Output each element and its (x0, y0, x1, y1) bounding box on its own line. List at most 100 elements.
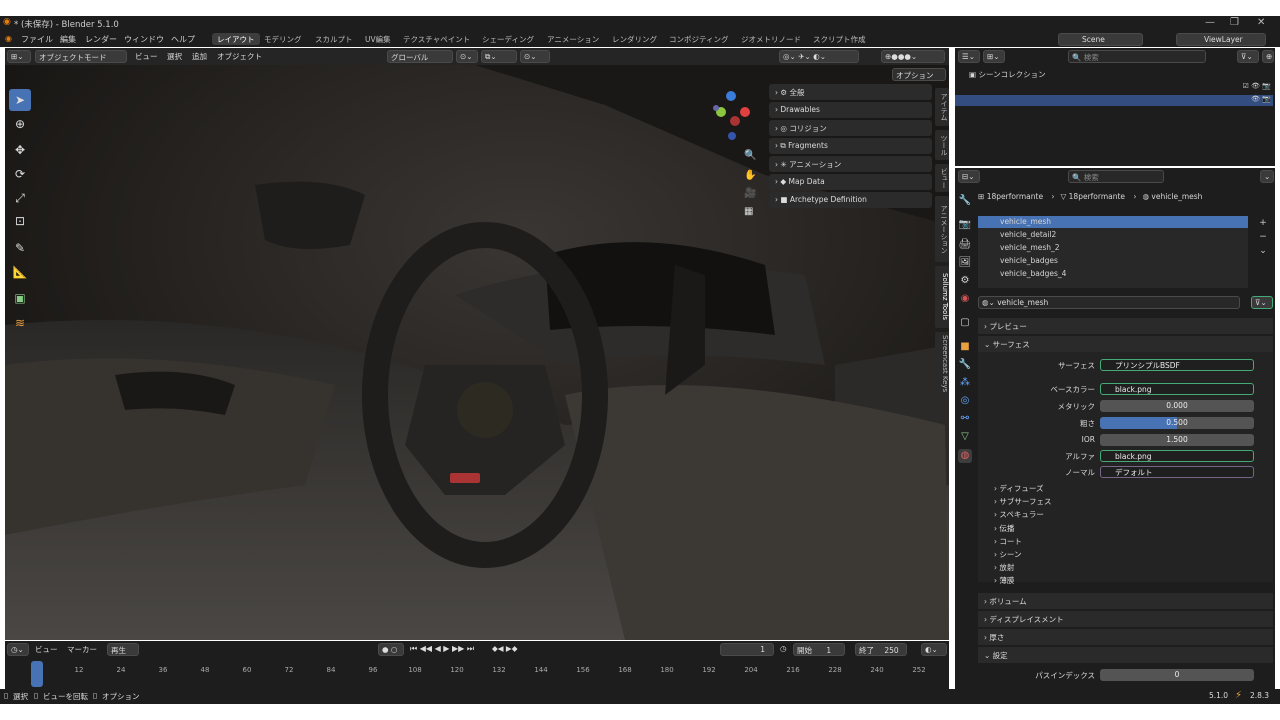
new-collection-icon[interactable]: ⊕ (1262, 50, 1274, 63)
scene-tab-icon[interactable]: ⚙ (958, 274, 972, 288)
field-ior[interactable]: 1.500 (1100, 434, 1254, 446)
material-slot-2[interactable]: vehicle_detail2 (978, 228, 1248, 241)
annotate-tool-icon[interactable]: ✎ (9, 237, 31, 259)
material-slot-list[interactable]: vehicle_mesh vehicle_detail2 vehicle_mes… (978, 216, 1248, 288)
menu-render[interactable]: レンダー (85, 34, 117, 45)
tab-animation-side[interactable]: アニメーション (935, 196, 949, 262)
outliner-filter-icon[interactable]: ⊽⌄ (1237, 50, 1259, 63)
render-tab-icon[interactable]: 📷 (958, 218, 972, 232)
axis-gizmo-icon[interactable] (710, 88, 756, 148)
section-thickness[interactable]: › 厚さ (978, 629, 1273, 645)
field-normal[interactable]: デフォルト (1100, 466, 1254, 478)
material-tab-icon[interactable]: ◍ (958, 449, 972, 463)
panel-fragments[interactable]: › ⧉ Fragments (769, 138, 932, 154)
timeline-ruler[interactable]: 1122436486072849610812013214415616818019… (5, 641, 949, 689)
tab-sollumz-tools[interactable]: Sollumz Tools (935, 266, 949, 328)
field-surface-shader[interactable]: プリンシプルBSDF (1100, 359, 1254, 371)
close-icon[interactable]: ✕ (1257, 17, 1265, 28)
subpanel-coat[interactable]: › コート (994, 536, 1022, 547)
subpanel-sheen[interactable]: › シーン (994, 549, 1022, 560)
viewlayer-selector[interactable]: ViewLayer (1176, 33, 1266, 46)
tab-uv-edit[interactable]: UV編集 (360, 33, 396, 45)
move-tool-icon[interactable]: ✥ (9, 139, 31, 161)
select-tool-icon[interactable]: ➤ (9, 89, 31, 111)
field-basecolor[interactable]: black.png (1100, 383, 1254, 395)
outliner-filter-mode-icon[interactable]: ⊞⌄ (983, 50, 1005, 63)
transform-tool-icon[interactable]: ⊡ (9, 210, 31, 232)
maximize-icon[interactable]: ❐ (1230, 17, 1239, 28)
panel-general[interactable]: › ⚙ 全般 (769, 84, 932, 100)
visibility-icons[interactable]: ☑ 👁 📷 (1243, 82, 1271, 90)
section-settings[interactable]: ⌄ 設定 (978, 647, 1273, 663)
rotate-tool-icon[interactable]: ⟳ (9, 163, 31, 185)
subpanel-transmission[interactable]: › 伝播 (994, 523, 1014, 534)
tab-scripting[interactable]: スクリプト作成 (808, 33, 871, 45)
menu-window[interactable]: ウィンドウ (124, 34, 164, 45)
scene-selector[interactable]: Scene (1058, 33, 1143, 46)
tab-item[interactable]: アイテム (935, 88, 949, 126)
menu-add[interactable]: 追加 (192, 51, 207, 62)
section-preview[interactable]: › プレビュー (978, 318, 1273, 334)
minimize-icon[interactable]: — (1205, 17, 1215, 28)
menu-help[interactable]: ヘルプ (171, 34, 195, 45)
tab-compositing[interactable]: コンポジティング (664, 33, 734, 45)
blender-menu-icon[interactable]: ◉ (5, 34, 12, 43)
menu-select[interactable]: 選択 (167, 51, 182, 62)
outliner-editor-icon[interactable]: ☰⌄ (958, 50, 980, 63)
camera-icon[interactable]: 🎥 (744, 188, 756, 199)
field-alpha[interactable]: black.png (1100, 450, 1254, 462)
scene-collection-row[interactable]: ▣ シーンコレクション (969, 69, 1046, 80)
modifier-tab-icon[interactable]: 🔧 (958, 358, 972, 372)
navigation-gizmo[interactable]: 🔍 ✋ 🎥 ▦ (710, 88, 756, 217)
scale-tool-icon[interactable]: ⤢ (9, 187, 31, 209)
field-roughness[interactable]: 0.500 (1100, 417, 1254, 429)
panel-archetype[interactable]: › ■ Archetype Definition (769, 192, 932, 208)
ortho-grid-icon[interactable]: ▦ (744, 206, 753, 217)
menu-object[interactable]: オブジェクト (217, 51, 262, 62)
tab-sculpt[interactable]: スカルプト (310, 33, 358, 45)
slot-buttons[interactable]: + − ⌄ (1253, 216, 1273, 258)
menu-view[interactable]: ビュー (135, 51, 158, 62)
panel-animation[interactable]: › ✳ アニメーション (769, 156, 932, 172)
tab-animation[interactable]: アニメーション (542, 33, 604, 45)
tab-rendering[interactable]: レンダリング (607, 33, 662, 45)
playhead[interactable] (31, 661, 43, 687)
view-layer-tab-icon[interactable]: 🖼 (958, 256, 972, 270)
cursor-tool-icon[interactable]: ⊕ (9, 113, 31, 135)
proportional-icon[interactable]: ⊙⌄ (520, 50, 550, 63)
sollumz-tool-icon[interactable]: ≋ (9, 312, 31, 334)
mode-dropdown[interactable]: オブジェクトモード (35, 50, 127, 63)
section-surface[interactable]: ⌄ サーフェス (978, 336, 1273, 352)
tool-tab-icon[interactable]: 🔧 (958, 194, 972, 208)
world-tab-icon[interactable]: ◉ (958, 292, 972, 306)
field-pass-index[interactable]: 0 (1100, 669, 1254, 681)
data-tab-icon[interactable]: ▽ (958, 430, 972, 444)
subpanel-subsurface[interactable]: › サブサーフェス (994, 496, 1051, 507)
tab-texture-paint[interactable]: テクスチャペイント (398, 33, 475, 45)
outliner-row-selected[interactable]: 👁 📷 (955, 95, 1273, 106)
tab-tool[interactable]: ツール (935, 130, 949, 160)
orientation-dropdown[interactable]: グローバル (387, 50, 453, 63)
material-type-icon[interactable]: ⊽⌄ (1251, 296, 1273, 309)
snap-icon[interactable]: ⧉⌄ (481, 50, 517, 63)
tab-layout[interactable]: レイアウト (212, 33, 260, 45)
overlay-icons[interactable]: ◎⌄ ✈⌄ ◐⌄ (779, 50, 859, 63)
material-slot-5[interactable]: vehicle_badges_4 (978, 267, 1248, 280)
outliner-row-1[interactable]: ☑ 👁 📷 (955, 82, 1273, 93)
pivot-icon[interactable]: ⊙⌄ (456, 50, 478, 63)
particles-tab-icon[interactable]: ⁂ (958, 376, 972, 390)
panel-map-data[interactable]: › ◆ Map Data (769, 174, 932, 190)
subpanel-emission[interactable]: › 放射 (994, 562, 1014, 573)
collection-tab-icon[interactable]: ▢ (958, 316, 972, 330)
subpanel-thin-film[interactable]: › 薄膜 (994, 575, 1014, 586)
subpanel-diffuse[interactable]: › ディフューズ (994, 483, 1044, 494)
section-volume[interactable]: › ボリューム (978, 593, 1273, 609)
properties-options-icon[interactable]: ⌄ (1260, 170, 1274, 183)
physics-tab-icon[interactable]: ◎ (958, 394, 972, 408)
material-selector[interactable]: ◍⌄ vehicle_mesh (978, 296, 1240, 309)
object-tab-icon[interactable]: ■ (958, 340, 972, 354)
tab-shading[interactable]: シェーディング (477, 33, 539, 45)
tab-modeling[interactable]: モデリング (259, 33, 307, 45)
tab-geometry-nodes[interactable]: ジオメトリノード (736, 33, 806, 45)
field-metallic[interactable]: 0.000 (1100, 400, 1254, 412)
